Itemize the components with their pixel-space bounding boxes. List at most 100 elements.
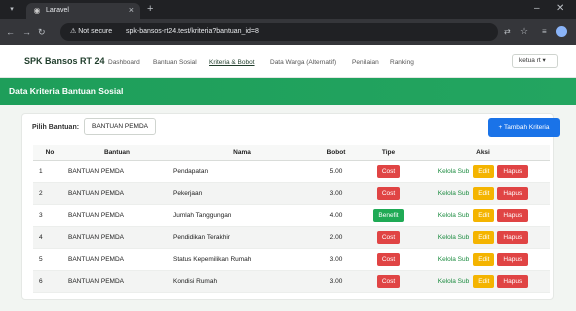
tipe-badge: Cost: [376, 252, 401, 266]
nav-link-dashboard[interactable]: Dashboard: [108, 58, 140, 67]
cell-bantuan: BANTUAN PEMDA: [61, 182, 166, 205]
edit-button[interactable]: Edit: [473, 252, 495, 266]
user-dropdown[interactable]: ketua rt ▾: [512, 54, 558, 68]
edit-button[interactable]: Edit: [473, 186, 495, 200]
header-bantuan: Bantuan: [61, 145, 166, 161]
delete-button[interactable]: Hapus: [497, 252, 529, 266]
cell-tipe: Cost: [361, 182, 416, 205]
add-criteria-button[interactable]: + Tambah Kriteria: [488, 118, 560, 137]
cell-no: 5: [33, 248, 61, 271]
header-no: No: [33, 145, 61, 161]
security-chip[interactable]: ⚠ Not secure: [70, 27, 112, 37]
cell-bobot: 3.00: [311, 270, 361, 293]
forward-icon[interactable]: →: [22, 26, 31, 38]
delete-button[interactable]: Hapus: [497, 208, 529, 222]
star-icon[interactable]: ☆: [520, 26, 528, 37]
brand-logo[interactable]: SPK Bansos RT 24: [24, 55, 105, 67]
app-navbar: SPK Bansos RT 24 Dashboard Bantuan Sosia…: [0, 45, 576, 78]
cell-nama: Status Kepemilikan Rumah: [166, 248, 311, 271]
criteria-table: No Bantuan Nama Bobot Tipe Aksi 1 BANTUA…: [33, 145, 550, 293]
delete-button[interactable]: Hapus: [497, 274, 529, 288]
header-tipe: Tipe: [361, 145, 416, 161]
close-icon[interactable]: ✕: [556, 2, 564, 16]
url-bar[interactable]: ⚠ Not secure spk-bansos-rt24.test/kriter…: [60, 23, 498, 41]
tipe-badge: Cost: [376, 164, 401, 178]
nav-link-penilaian[interactable]: Penilaian: [352, 58, 379, 67]
extensions-icon[interactable]: ≡: [542, 27, 547, 37]
edit-button[interactable]: Edit: [473, 274, 495, 288]
table-row: 6 BANTUAN PEMDA Kondisi Rumah 3.00 Cost …: [33, 270, 550, 293]
cell-tipe: Benefit: [361, 204, 416, 227]
cell-bobot: 4.00: [311, 204, 361, 227]
delete-button[interactable]: Hapus: [497, 164, 529, 178]
security-label: Not secure: [78, 28, 113, 35]
cell-tipe: Cost: [361, 248, 416, 271]
tab-close-icon[interactable]: ×: [129, 5, 134, 16]
criteria-card: Pilih Bantuan: BANTUAN PEMDA + Tambah Kr…: [21, 113, 560, 300]
cell-no: 1: [33, 160, 61, 183]
delete-button[interactable]: Hapus: [497, 186, 529, 200]
kelola-sub-link[interactable]: Kelola Sub: [438, 168, 469, 175]
table-header-row: No Bantuan Nama Bobot Tipe Aksi: [33, 145, 550, 161]
kelola-sub-link[interactable]: Kelola Sub: [438, 256, 469, 263]
cell-bantuan: BANTUAN PEMDA: [61, 270, 166, 293]
minimize-icon[interactable]: –: [534, 2, 540, 16]
edit-button[interactable]: Edit: [473, 164, 495, 178]
table-row: 1 BANTUAN PEMDA Pendapatan 5.00 Cost Kel…: [33, 160, 550, 183]
cell-no: 3: [33, 204, 61, 227]
laravel-icon: ◉: [33, 6, 41, 15]
browser-tab[interactable]: ◉ Laravel ×: [26, 3, 140, 19]
cell-nama: Pendidikan Terakhir: [166, 226, 311, 249]
cell-no: 6: [33, 270, 61, 293]
tipe-badge: Benefit: [373, 208, 404, 222]
warning-icon: ⚠: [70, 28, 77, 35]
cell-bantuan: BANTUAN PEMDA: [61, 226, 166, 249]
cell-aksi: Kelola Sub Edit Hapus: [416, 248, 550, 271]
cell-aksi: Kelola Sub Edit Hapus: [416, 204, 550, 227]
cell-bobot: 2.00: [311, 226, 361, 249]
nav-link-kriteria-bobot[interactable]: Kriteria & Bobot: [209, 58, 255, 67]
new-tab-button[interactable]: +: [147, 2, 153, 16]
chevron-down-icon: ▾: [542, 57, 546, 64]
kelola-sub-link[interactable]: Kelola Sub: [438, 190, 469, 197]
nav-link-data-warga[interactable]: Data Warga (Alternatif): [270, 58, 336, 67]
kelola-sub-link[interactable]: Kelola Sub: [438, 234, 469, 241]
header-aksi: Aksi: [416, 145, 550, 161]
cell-aksi: Kelola Sub Edit Hapus: [416, 160, 550, 183]
tab-menu-icon[interactable]: ▾: [6, 4, 18, 15]
url-text[interactable]: spk-bansos-rt24.test/kriteria?bantuan_id…: [126, 27, 259, 37]
tipe-badge: Cost: [376, 186, 401, 200]
cell-bobot: 3.00: [311, 182, 361, 205]
table-row: 4 BANTUAN PEMDA Pendidikan Terakhir 2.00…: [33, 226, 550, 249]
reload-icon[interactable]: ↻: [38, 26, 46, 38]
header-nama: Nama: [166, 145, 311, 161]
bantuan-select[interactable]: BANTUAN PEMDA: [84, 118, 156, 135]
table-row: 2 BANTUAN PEMDA Pekerjaan 3.00 Cost Kelo…: [33, 182, 550, 205]
translate-icon[interactable]: ⇄: [504, 27, 511, 37]
cell-no: 2: [33, 182, 61, 205]
cell-bantuan: BANTUAN PEMDA: [61, 204, 166, 227]
cell-nama: Kondisi Rumah: [166, 270, 311, 293]
nav-link-bantuan-sosial[interactable]: Bantuan Sosial: [153, 58, 197, 67]
kelola-sub-link[interactable]: Kelola Sub: [438, 278, 469, 285]
edit-button[interactable]: Edit: [473, 208, 495, 222]
cell-bantuan: BANTUAN PEMDA: [61, 160, 166, 183]
page-header: Data Kriteria Bantuan Sosial: [0, 78, 576, 105]
tab-title: Laravel: [46, 7, 69, 14]
cell-nama: Pendapatan: [166, 160, 311, 183]
table-row: 3 BANTUAN PEMDA Jumlah Tanggungan 4.00 B…: [33, 204, 550, 227]
cell-tipe: Cost: [361, 160, 416, 183]
profile-avatar[interactable]: [556, 26, 567, 37]
delete-button[interactable]: Hapus: [497, 230, 529, 244]
kelola-sub-link[interactable]: Kelola Sub: [438, 212, 469, 219]
header-bobot: Bobot: [311, 145, 361, 161]
tipe-badge: Cost: [376, 274, 401, 288]
back-icon[interactable]: ←: [6, 26, 15, 38]
edit-button[interactable]: Edit: [473, 230, 495, 244]
user-name: ketua rt: [519, 57, 541, 64]
browser-tab-bar: ▾ ◉ Laravel × + – ✕: [0, 0, 576, 19]
cell-nama: Jumlah Tanggungan: [166, 204, 311, 227]
nav-link-ranking[interactable]: Ranking: [390, 58, 414, 67]
address-toolbar: ← → ↻ ⚠ Not secure spk-bansos-rt24.test/…: [0, 19, 576, 45]
cell-tipe: Cost: [361, 226, 416, 249]
